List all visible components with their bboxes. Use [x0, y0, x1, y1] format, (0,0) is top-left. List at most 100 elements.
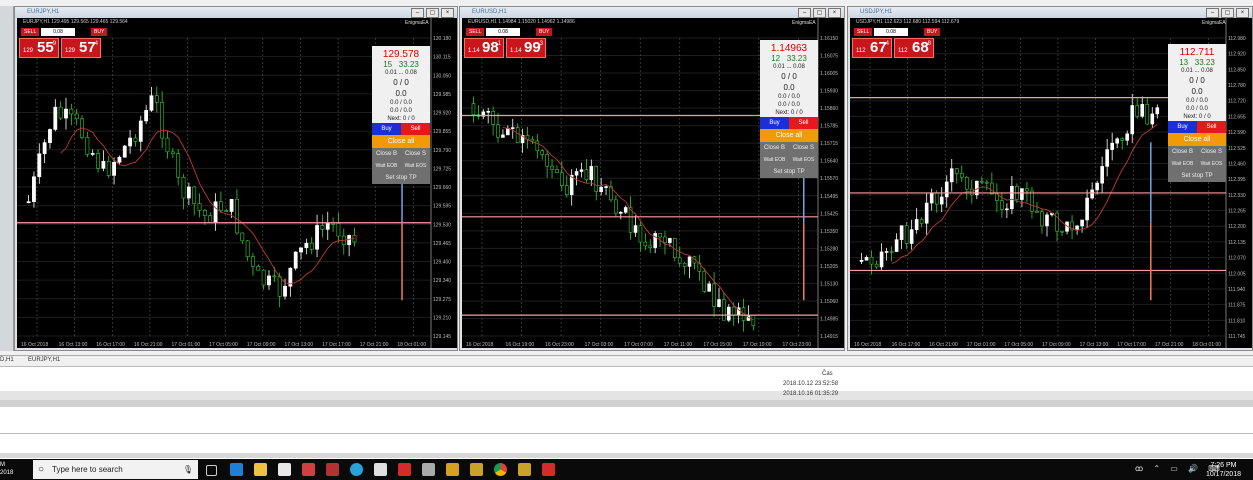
close-icon[interactable]: × — [828, 8, 841, 18]
window-titlebar[interactable]: EURUSD,H1 – ▢ × — [460, 7, 844, 18]
tab-chart-2[interactable]: EURJPY,H1 — [28, 357, 60, 363]
file-explorer-icon[interactable] — [254, 463, 267, 476]
candle — [486, 111, 490, 113]
chart-window-usdjpy[interactable]: USDJPY,H1 – ▢ × 112.980 112.920 112.850 112.7… — [847, 6, 1253, 351]
maximize-icon[interactable]: ▢ — [426, 8, 439, 18]
chart-area[interactable]: 112.980 112.920 112.850 112.780 112.720 112.6… — [850, 18, 1252, 348]
candle — [128, 137, 133, 147]
y-tick-label: 112.070 — [1228, 256, 1246, 262]
edge-icon[interactable] — [230, 463, 243, 476]
table-row[interactable]: 2018.10.12 23:52:58 — [0, 381, 1253, 390]
app-icon[interactable] — [326, 463, 339, 476]
candle — [138, 120, 143, 142]
candle — [677, 257, 682, 264]
close-buys-button[interactable]: Close B — [372, 148, 401, 160]
candle — [219, 201, 223, 211]
sell-small-button[interactable]: SELL — [21, 28, 40, 36]
taskbar-clock[interactable]: 7:26 PM 10/17/2018 — [1206, 461, 1241, 479]
y-tick-label: 112.920 — [1228, 52, 1246, 58]
close-all-button[interactable]: Close all — [1168, 133, 1226, 146]
close-all-button[interactable]: Close all — [760, 129, 818, 142]
chart-area[interactable]: 1.16150 1.16075 1.16005 1.15930 1.15860 1.157… — [462, 18, 844, 348]
wait-eob-button[interactable]: Wait EOB — [372, 160, 401, 172]
sell-small-button[interactable]: SELL — [854, 28, 873, 36]
sell-button[interactable]: Sell — [401, 123, 430, 135]
close-sells-button[interactable]: Close S — [1197, 146, 1226, 158]
store-icon[interactable] — [278, 463, 291, 476]
candle — [599, 186, 603, 192]
candle — [717, 299, 721, 307]
microphone-icon[interactable]: 🎙 — [183, 460, 193, 479]
close-all-button[interactable]: Close all — [372, 135, 430, 148]
panel-next: Next: 0 / 0 — [387, 116, 415, 122]
minimize-icon[interactable]: – — [411, 8, 424, 18]
sell-quote-button[interactable]: 1.14 98 1 — [464, 38, 504, 58]
candle — [731, 306, 736, 316]
mail-icon[interactable] — [302, 463, 315, 476]
candle — [564, 185, 569, 196]
wait-eob-button[interactable]: Wait EOB — [1168, 158, 1197, 170]
chrome-icon[interactable] — [494, 463, 507, 476]
app-icon[interactable] — [470, 463, 483, 476]
table-row[interactable]: 2018.10.16 01:35:29 — [0, 391, 1253, 400]
lot-size-input[interactable]: 0.08 — [874, 28, 908, 36]
wait-eob-button[interactable]: Wait EOB — [760, 154, 789, 166]
close-sells-button[interactable]: Close S — [789, 142, 818, 154]
panel-orders: 0.0 / 0.0 — [390, 100, 412, 106]
lot-size-input[interactable]: 0.08 — [41, 28, 75, 36]
maximize-icon[interactable]: ▢ — [1221, 8, 1234, 18]
wait-eos-button[interactable]: Wait EOS — [789, 154, 818, 166]
sell-button[interactable]: Sell — [1197, 121, 1226, 133]
browser-icon[interactable] — [350, 463, 363, 476]
wait-eos-button[interactable]: Wait EOS — [401, 160, 430, 172]
app-icon[interactable] — [422, 463, 435, 476]
photos-icon[interactable] — [374, 463, 387, 476]
panel-orders2: 0.0 / 0.0 — [1186, 106, 1208, 112]
task-view-icon[interactable] — [206, 465, 217, 476]
row-time: 2018.10.12 23:52:58 — [783, 381, 839, 387]
buy-quote-button[interactable]: 112 68 8 — [894, 38, 934, 58]
minimize-icon[interactable]: – — [798, 8, 811, 18]
window-titlebar[interactable]: USDJPY,H1 – ▢ × — [848, 7, 1252, 18]
candle — [663, 236, 667, 243]
chart-window-eurusd[interactable]: EURUSD,H1 – ▢ × 1.16150 1.16075 1.16005 1.159… — [459, 6, 845, 351]
minimize-icon[interactable]: – — [1206, 8, 1219, 18]
close-icon[interactable]: × — [441, 8, 454, 18]
candle — [1020, 188, 1024, 200]
app-icon[interactable] — [542, 463, 555, 476]
set-stop-tp-button[interactable]: Set stop TP — [372, 172, 430, 184]
buy-quote-button[interactable]: 1.14 99 3 — [506, 38, 546, 58]
buy-button[interactable]: Buy — [760, 117, 789, 129]
maximize-icon[interactable]: ▢ — [813, 8, 826, 18]
chart-area[interactable]: 130.180 130.115 130.050 129.985 129.920 129.8… — [17, 18, 457, 348]
buy-small-button[interactable]: BUY — [536, 28, 553, 36]
close-sells-button[interactable]: Close S — [401, 148, 430, 160]
close-icon[interactable]: × — [1236, 8, 1249, 18]
app-icon[interactable] — [398, 463, 411, 476]
app-icon[interactable] — [446, 463, 459, 476]
sell-button[interactable]: Sell — [789, 117, 818, 129]
lot-size-input[interactable]: 0.08 — [486, 28, 520, 36]
candle — [682, 262, 687, 267]
set-stop-tp-button[interactable]: Set stop TP — [760, 166, 818, 178]
x-tick-label: 17 Oct 17:00 — [322, 342, 351, 348]
buy-small-button[interactable]: BUY — [924, 28, 941, 36]
close-buys-button[interactable]: Close B — [760, 142, 789, 154]
app-icon[interactable] — [518, 463, 531, 476]
taskbar-search[interactable]: ○ Type here to search 🎙 — [33, 460, 198, 479]
tab-chart-1[interactable]: D,H1 — [0, 357, 14, 363]
sell-small-button[interactable]: SELL — [466, 28, 485, 36]
window-titlebar[interactable]: EURJPY,H1 – ▢ × — [15, 7, 457, 18]
buy-quote-button[interactable]: 129 57 4 — [61, 38, 101, 58]
buy-button[interactable]: Buy — [1168, 121, 1197, 133]
wait-eos-button[interactable]: Wait EOS — [1197, 158, 1226, 170]
chart-window-eurjpy[interactable]: EURJPY,H1 – ▢ × 130.180 130.115 130.050 129.9… — [14, 6, 458, 351]
buy-button[interactable]: Buy — [372, 123, 401, 135]
column-header-time[interactable]: Čas — [822, 371, 833, 377]
buy-small-button[interactable]: BUY — [91, 28, 108, 36]
x-tick-label: 16 Oct 21:00 — [929, 342, 958, 348]
set-stop-tp-button[interactable]: Set stop TP — [1168, 170, 1226, 182]
sell-quote-button[interactable]: 129 55 9 — [19, 38, 59, 58]
close-buys-button[interactable]: Close B — [1168, 146, 1197, 158]
sell-quote-button[interactable]: 112 67 4 — [852, 38, 892, 58]
